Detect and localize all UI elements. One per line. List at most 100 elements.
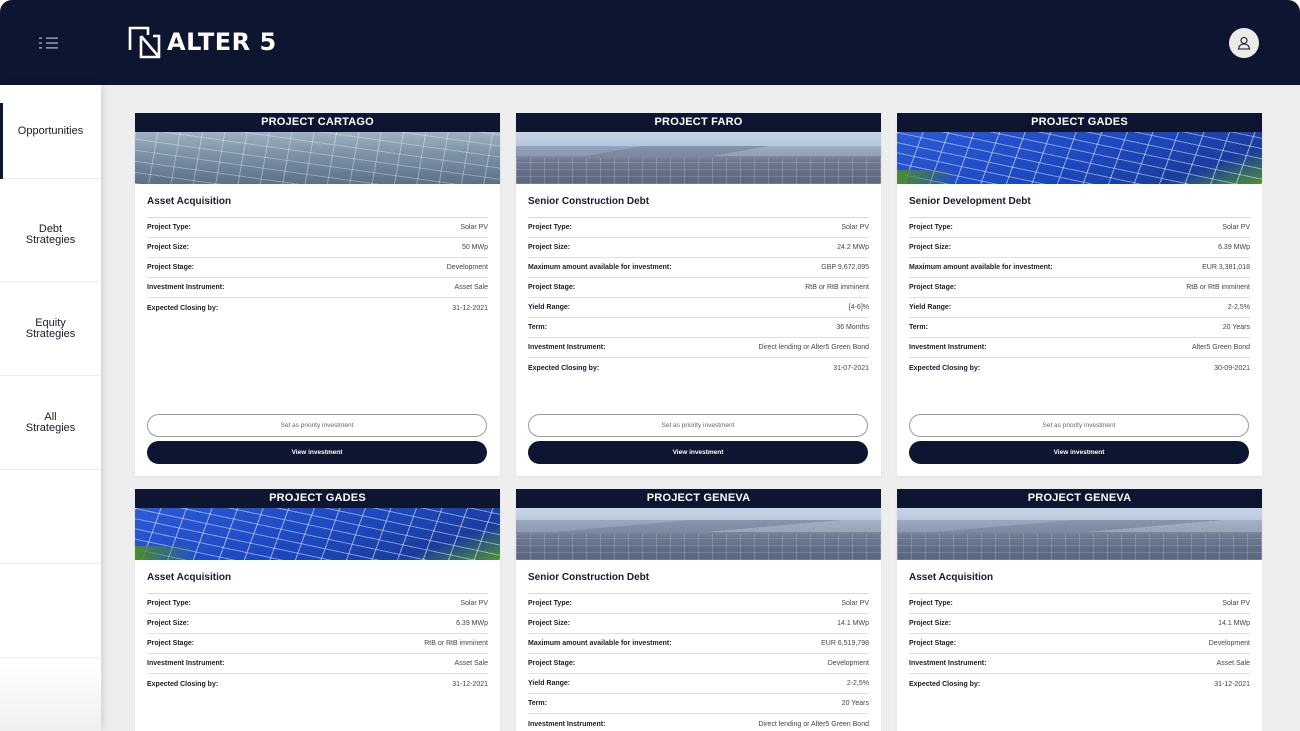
info-row: Maximum amount available for investment:… xyxy=(528,258,869,278)
opportunity-card: PROJECT GADES Asset Acquisition Project … xyxy=(135,489,500,731)
info-row: Project Type: Solar PV xyxy=(528,594,869,614)
row-label: Project Stage: xyxy=(147,264,195,271)
row-value: RtB or RtB imminent xyxy=(1186,284,1250,291)
row-value: Asset Sale xyxy=(454,284,488,291)
info-row: Project Type: Solar PV xyxy=(528,218,869,238)
row-value: 20 Years xyxy=(841,700,869,707)
row-label: Maximum amount available for investment: xyxy=(528,264,672,271)
row-label: Yield Range: xyxy=(909,304,952,311)
row-value: 31-12-2021 xyxy=(452,304,488,312)
row-value: Solar PV xyxy=(1222,224,1250,231)
sidebar-item-label: Debt Strategies xyxy=(25,222,76,246)
row-value: Solar PV xyxy=(460,600,488,607)
row-value: Asset Sale xyxy=(454,660,488,667)
project-name: PROJECT CARTAGO xyxy=(135,113,500,132)
row-label: Investment Instrument: xyxy=(147,284,225,291)
sidebar-fade xyxy=(0,661,101,731)
row-value: Alter5 Green Bond xyxy=(1192,344,1250,351)
row-value: 24.2 MWp xyxy=(837,244,869,251)
row-value: 31-12-2021 xyxy=(452,680,488,688)
row-label: Project Size: xyxy=(909,620,952,627)
row-value: Direct lending or Alter5 Green Bond xyxy=(758,720,869,728)
info-row: Expected Closing by: 31-07-2021 xyxy=(528,358,869,378)
view-investment-button[interactable]: View investment xyxy=(147,441,487,464)
row-label: Expected Closing by: xyxy=(909,364,981,372)
info-row: Yield Range: [4-6]% xyxy=(528,298,869,318)
row-value: 14.1 MWp xyxy=(837,620,869,627)
info-row: Investment Instrument: Asset Sale xyxy=(147,278,488,298)
info-row: Project Size: 50 MWp xyxy=(147,238,488,258)
info-row: Investment Instrument: Alter5 Green Bond xyxy=(909,338,1250,358)
info-row: Project Stage: Development xyxy=(909,634,1250,654)
info-row: Project Type: Solar PV xyxy=(147,594,488,614)
row-value: EUR 3,381,018 xyxy=(1202,264,1250,271)
row-value: EUR 6,519,798 xyxy=(821,640,869,647)
row-value: Direct lending or Alter5 Green Bond xyxy=(758,344,869,351)
row-label: Project Size: xyxy=(528,620,571,627)
row-label: Project Type: xyxy=(528,600,572,607)
row-label: Project Stage: xyxy=(147,640,195,647)
row-label: Project Stage: xyxy=(909,284,957,291)
row-label: Expected Closing by: xyxy=(528,364,600,372)
row-label: Term: xyxy=(528,700,547,707)
row-label: Term: xyxy=(528,324,547,331)
solar-panel-image xyxy=(516,132,881,184)
row-value: Solar PV xyxy=(460,224,488,231)
info-row: Project Stage: RtB or RtB imminent xyxy=(528,278,869,298)
row-value: 30-09-2021 xyxy=(1214,364,1250,372)
row-label: Yield Range: xyxy=(528,304,571,311)
solar-panel-image xyxy=(897,132,1262,184)
row-label: Investment Instrument: xyxy=(909,344,987,351)
sidebar-item-all-strategies[interactable]: All Strategies xyxy=(0,376,101,470)
row-value: Development xyxy=(827,660,869,667)
row-value: GBP 9,672,095 xyxy=(821,264,869,271)
row-label: Expected Closing by: xyxy=(147,304,219,312)
opportunity-card: PROJECT FARO Senior Construction Debt Pr… xyxy=(516,113,881,476)
row-label: Investment Instrument: xyxy=(528,344,606,351)
info-row: Project Size: 24.2 MWp xyxy=(528,238,869,258)
row-label: Project Type: xyxy=(147,600,191,607)
sidebar-item-label: All Strategies xyxy=(25,410,76,434)
sidebar-nav: Opportunities Debt Strategies Equity Str… xyxy=(0,85,101,731)
info-row: Term: 20 Years xyxy=(528,694,869,714)
row-value: 14.1 MWp xyxy=(1218,620,1250,627)
row-label: Investment Instrument: xyxy=(528,720,606,728)
solar-panel-image xyxy=(897,508,1262,560)
info-row: Yield Range: 2-2,5% xyxy=(909,298,1250,318)
row-value: 6.39 MWp xyxy=(1218,244,1250,251)
sidebar-item-debt-strategies[interactable]: Debt Strategies xyxy=(0,188,101,282)
info-row: Project Stage: RtB or RtB imminent xyxy=(909,278,1250,298)
row-label: Yield Range: xyxy=(528,680,571,687)
row-label: Project Type: xyxy=(147,224,191,231)
sidebar-item-opportunities[interactable]: Opportunities xyxy=(0,85,101,179)
info-row: Project Type: Solar PV xyxy=(147,218,488,238)
row-value: 6.39 MWp xyxy=(456,620,488,627)
row-value: 36 Months xyxy=(836,324,869,331)
row-label: Project Size: xyxy=(147,244,190,251)
user-avatar-icon[interactable] xyxy=(1229,28,1259,58)
view-investment-button[interactable]: View investment xyxy=(909,441,1249,464)
row-label: Project Stage: xyxy=(909,640,957,647)
brand-logo[interactable]: ALTER 5 xyxy=(128,25,277,59)
view-investment-button[interactable]: View investment xyxy=(528,441,868,464)
deal-type-title: Senior Construction Debt xyxy=(528,573,869,594)
row-label: Project Stage: xyxy=(528,284,576,291)
brand-name: ALTER 5 xyxy=(167,28,277,56)
solar-panel-image xyxy=(516,508,881,560)
row-label: Term: xyxy=(909,324,928,331)
row-value: Development xyxy=(446,264,488,271)
hamburger-list-icon[interactable] xyxy=(38,36,60,50)
info-row: Project Size: 14.1 MWp xyxy=(528,614,869,634)
row-value: 31-12-2021 xyxy=(1214,680,1250,688)
set-priority-button[interactable]: Set as priority investment xyxy=(909,414,1249,437)
info-row: Term: 20 Years xyxy=(909,318,1250,338)
sidebar-empty-slot xyxy=(0,564,101,658)
set-priority-button[interactable]: Set as priority investment xyxy=(528,414,868,437)
set-priority-button[interactable]: Set as priority investment xyxy=(147,414,487,437)
deal-type-title: Senior Construction Debt xyxy=(528,197,869,218)
info-row: Expected Closing by: 31-12-2021 xyxy=(909,674,1250,694)
info-row: Project Size: 14.1 MWp xyxy=(909,614,1250,634)
row-value: 2-2,5% xyxy=(1227,304,1250,311)
sidebar-item-equity-strategies[interactable]: Equity Strategies xyxy=(0,282,101,376)
project-name: PROJECT GENEVA xyxy=(897,489,1262,508)
